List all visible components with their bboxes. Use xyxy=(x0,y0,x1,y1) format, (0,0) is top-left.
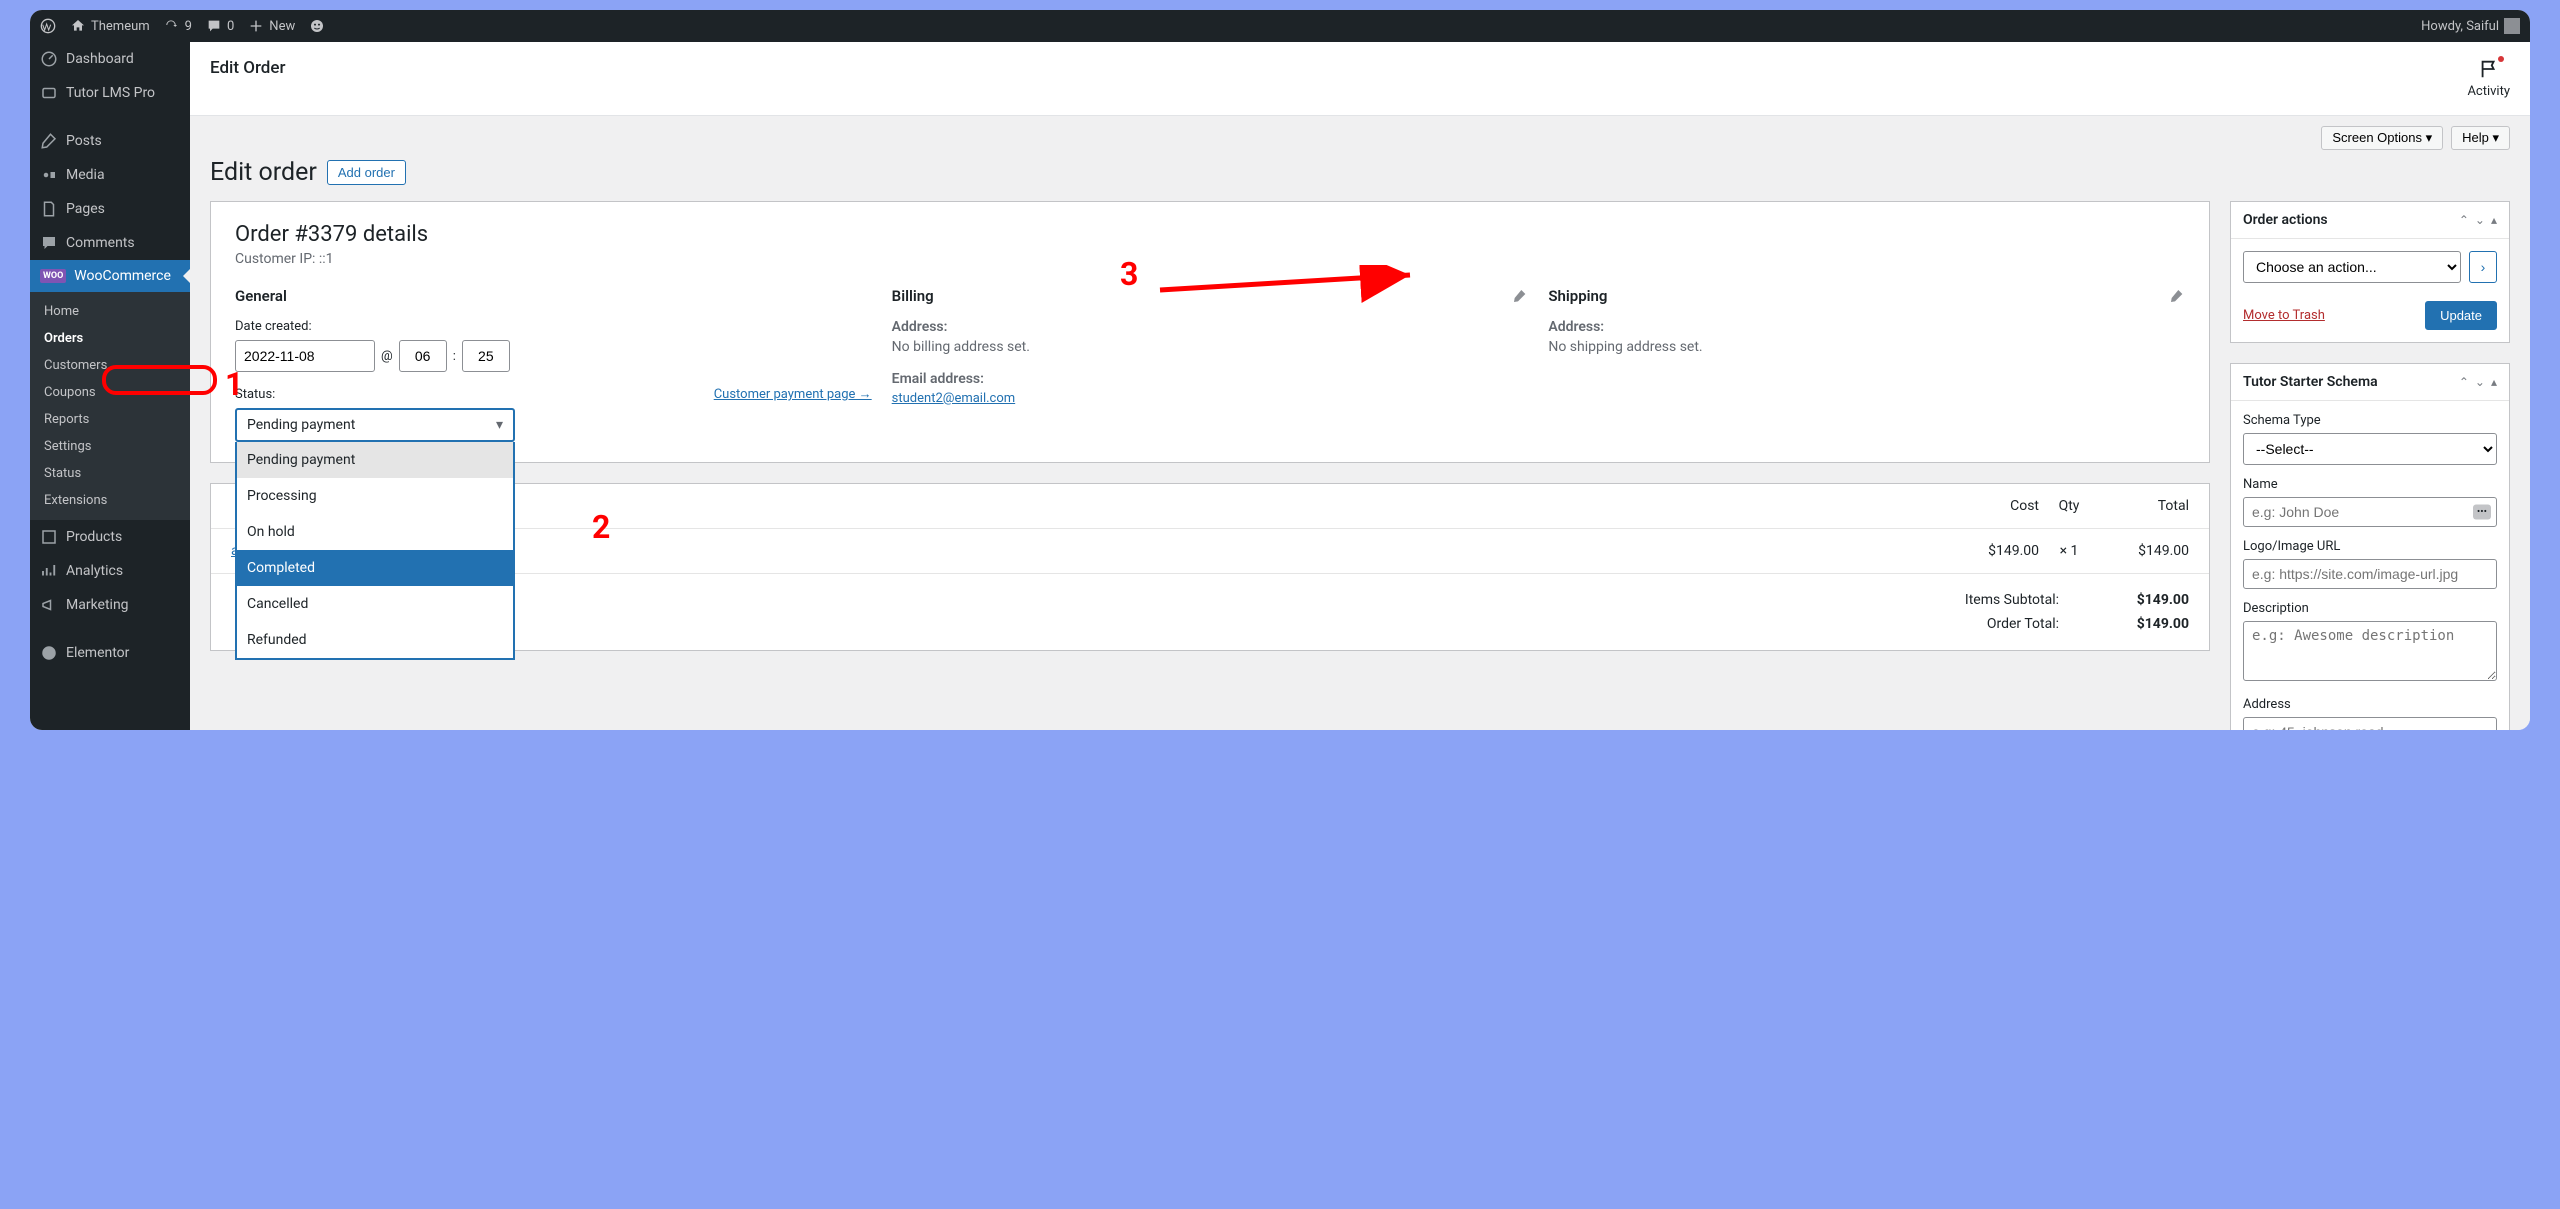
flag-icon xyxy=(2478,58,2500,80)
schema-logo-input[interactable] xyxy=(2243,559,2497,589)
order-total: $149.00 xyxy=(2099,616,2189,632)
col-total-head: Total xyxy=(2099,498,2189,514)
toggle-icon[interactable]: ▴ xyxy=(2491,213,2497,227)
order-actions-heading: Order actions xyxy=(2243,212,2328,228)
add-order-button[interactable]: Add order xyxy=(327,160,406,185)
payment-page-link[interactable]: Customer payment page → xyxy=(714,386,872,402)
sidebar-item-status[interactable]: Status xyxy=(30,460,190,487)
pencil-icon[interactable] xyxy=(1512,288,1528,304)
sidebar-item-coupons[interactable]: Coupons xyxy=(30,379,190,406)
schema-name-label: Name xyxy=(2243,477,2497,492)
billing-addr-value: No billing address set. xyxy=(892,339,1529,355)
order-action-select[interactable]: Choose an action... xyxy=(2243,251,2461,283)
shipping-addr-label: Address: xyxy=(1548,319,2185,335)
sidebar-pages[interactable]: Pages xyxy=(30,192,190,226)
customer-email-link[interactable]: student2@email.com xyxy=(892,391,1016,406)
schema-type-label: Schema Type xyxy=(2243,413,2497,428)
minute-input[interactable] xyxy=(462,340,510,372)
page-title: Edit order xyxy=(210,158,317,187)
sidebar-marketing[interactable]: Marketing xyxy=(30,588,190,622)
schema-addr-label: Address xyxy=(2243,697,2497,712)
move-up-icon[interactable]: ⌃ xyxy=(2459,375,2469,389)
apply-action-button[interactable]: › xyxy=(2469,251,2497,283)
general-heading: General xyxy=(235,287,287,305)
move-down-icon[interactable]: ⌄ xyxy=(2475,375,2485,389)
schema-desc-input[interactable] xyxy=(2243,621,2497,681)
activity-button[interactable]: Activity xyxy=(2467,58,2510,99)
status-option-completed[interactable]: Completed xyxy=(237,550,513,586)
wp-logo-icon[interactable] xyxy=(40,18,56,34)
avatar xyxy=(2504,18,2520,34)
page-subtitle: Edit Order xyxy=(210,58,286,78)
order-title: Order #3379 details xyxy=(235,222,2185,247)
sidebar-item-home[interactable]: Home xyxy=(30,298,190,325)
sidebar-item-settings[interactable]: Settings xyxy=(30,433,190,460)
toggle-icon[interactable]: ▴ xyxy=(2491,375,2497,389)
sidebar-item-customers[interactable]: Customers xyxy=(30,352,190,379)
date-input[interactable] xyxy=(235,340,375,372)
status-label: Status: xyxy=(235,387,275,402)
new-link[interactable]: New xyxy=(248,18,295,34)
billing-addr-label: Address: xyxy=(892,319,1529,335)
sidebar-woocommerce[interactable]: WOOWooCommerce xyxy=(30,260,190,292)
sidebar-item-orders[interactable]: Orders xyxy=(30,325,190,352)
order-ip: Customer IP: ::1 xyxy=(235,251,2185,267)
sidebar-dashboard[interactable]: Dashboard xyxy=(30,42,190,76)
billing-heading: Billing xyxy=(892,287,934,305)
woo-badge: WOO xyxy=(40,269,66,283)
admin-sidebar: Dashboard Tutor LMS Pro Posts Media Page… xyxy=(30,42,190,730)
email-label: Email address: xyxy=(892,371,1529,387)
sidebar-posts[interactable]: Posts xyxy=(30,124,190,158)
schema-name-input[interactable] xyxy=(2243,497,2497,527)
move-to-trash-link[interactable]: Move to Trash xyxy=(2243,308,2325,323)
col-cost-head: Cost xyxy=(1949,498,2039,514)
shipping-addr-value: No shipping address set. xyxy=(1548,339,2185,355)
items-subtotal: $149.00 xyxy=(2099,592,2189,608)
sidebar-item-extensions[interactable]: Extensions xyxy=(30,487,190,514)
site-name[interactable]: Themeum xyxy=(70,18,150,34)
sidebar-tutor[interactable]: Tutor LMS Pro xyxy=(30,76,190,110)
sidebar-analytics[interactable]: Analytics xyxy=(30,554,190,588)
status-option-cancelled[interactable]: Cancelled xyxy=(237,586,513,622)
screen-options-button[interactable]: Screen Options ▾ xyxy=(2321,126,2443,150)
pencil-icon[interactable] xyxy=(2169,288,2185,304)
updates-link[interactable]: 9 xyxy=(164,18,192,34)
schema-heading: Tutor Starter Schema xyxy=(2243,374,2378,390)
comments-link[interactable]: 0 xyxy=(206,18,234,34)
schema-addr-input[interactable] xyxy=(2243,717,2497,730)
status-option-pending[interactable]: Pending payment xyxy=(237,442,513,478)
date-label: Date created: xyxy=(235,319,872,334)
status-option-refunded[interactable]: Refunded xyxy=(237,622,513,658)
help-button[interactable]: Help ▾ xyxy=(2451,126,2510,150)
password-manager-icon[interactable]: ••• xyxy=(2473,505,2491,520)
shipping-heading: Shipping xyxy=(1548,287,1607,305)
sidebar-item-reports[interactable]: Reports xyxy=(30,406,190,433)
extra-icon[interactable] xyxy=(309,18,325,34)
move-up-icon[interactable]: ⌃ xyxy=(2459,213,2469,227)
update-button[interactable]: Update xyxy=(2425,301,2497,330)
status-dropdown: Pending payment Processing On hold Compl… xyxy=(235,442,515,660)
sidebar-elementor[interactable]: Elementor xyxy=(30,636,190,670)
hour-input[interactable] xyxy=(399,340,447,372)
col-qty-head: Qty xyxy=(2039,498,2099,514)
notification-dot xyxy=(2498,56,2504,62)
sidebar-media[interactable]: Media xyxy=(30,158,190,192)
schema-type-select[interactable]: --Select-- xyxy=(2243,433,2497,465)
sidebar-products[interactable]: Products xyxy=(30,520,190,554)
schema-logo-label: Logo/Image URL xyxy=(2243,539,2497,554)
status-option-onhold[interactable]: On hold xyxy=(237,514,513,550)
status-option-processing[interactable]: Processing xyxy=(237,478,513,514)
sidebar-comments[interactable]: Comments xyxy=(30,226,190,260)
schema-desc-label: Description xyxy=(2243,601,2497,616)
status-select[interactable]: Pending payment xyxy=(235,408,515,442)
howdy-link[interactable]: Howdy, Saiful xyxy=(2421,18,2520,34)
move-down-icon[interactable]: ⌄ xyxy=(2475,213,2485,227)
